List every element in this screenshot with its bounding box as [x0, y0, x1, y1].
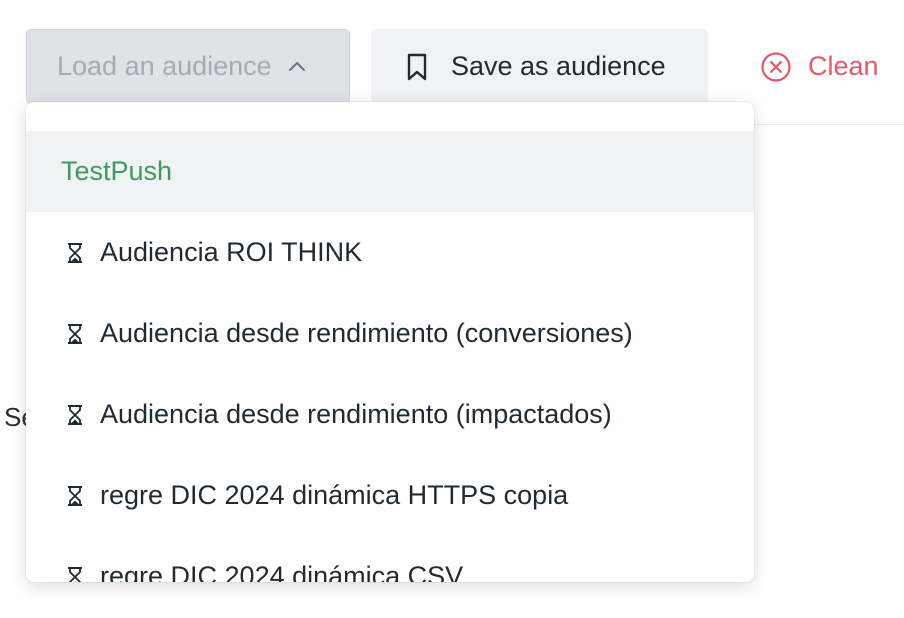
hourglass-icon: [66, 566, 84, 582]
close-circle-icon: [760, 51, 792, 83]
list-item-label: regre DIC 2024 dinámica HTTPS copia: [100, 480, 569, 510]
list-item[interactable]: Audiencia ROI THINK: [26, 212, 754, 293]
list-item[interactable]: Audiencia desde rendimiento (impactados): [26, 374, 754, 455]
dropdown-group-header: TestPush: [26, 131, 754, 212]
list-item-label: Audiencia desde rendimiento (conversione…: [100, 318, 633, 348]
load-audience-label: Load an audience: [57, 51, 272, 81]
audience-dropdown-menu: TestPush Audiencia ROI THINK Audiencia d…: [26, 102, 754, 582]
list-item-label: Audiencia ROI THINK: [100, 237, 363, 267]
list-item[interactable]: regre DIC 2024 dinámica HTTPS copia: [26, 455, 754, 536]
bookmark-icon: [405, 52, 429, 82]
load-audience-button[interactable]: Load an audience: [26, 29, 350, 104]
hourglass-icon: [66, 404, 84, 426]
list-item[interactable]: regre DIC 2024 dinámica CSV: [26, 536, 754, 582]
hourglass-icon: [66, 323, 84, 345]
hourglass-icon: [66, 485, 84, 507]
list-item-label: Audiencia desde rendimiento (impactados): [100, 399, 612, 429]
list-item-label: regre DIC 2024 dinámica CSV: [100, 561, 464, 582]
save-as-audience-label: Save as audience: [451, 51, 666, 81]
page: Se Load an audience Save as audience Cle…: [0, 0, 904, 618]
list-item[interactable]: Audiencia desde rendimiento (conversione…: [26, 293, 754, 374]
clean-label: Clean: [808, 51, 879, 81]
group-header-label: TestPush: [61, 156, 173, 186]
clean-button[interactable]: Clean: [758, 29, 904, 104]
chevron-up-icon: [286, 56, 308, 78]
save-as-audience-button[interactable]: Save as audience: [371, 29, 708, 104]
hourglass-icon: [66, 242, 84, 264]
audience-list: TestPush Audiencia ROI THINK Audiencia d…: [26, 131, 754, 582]
